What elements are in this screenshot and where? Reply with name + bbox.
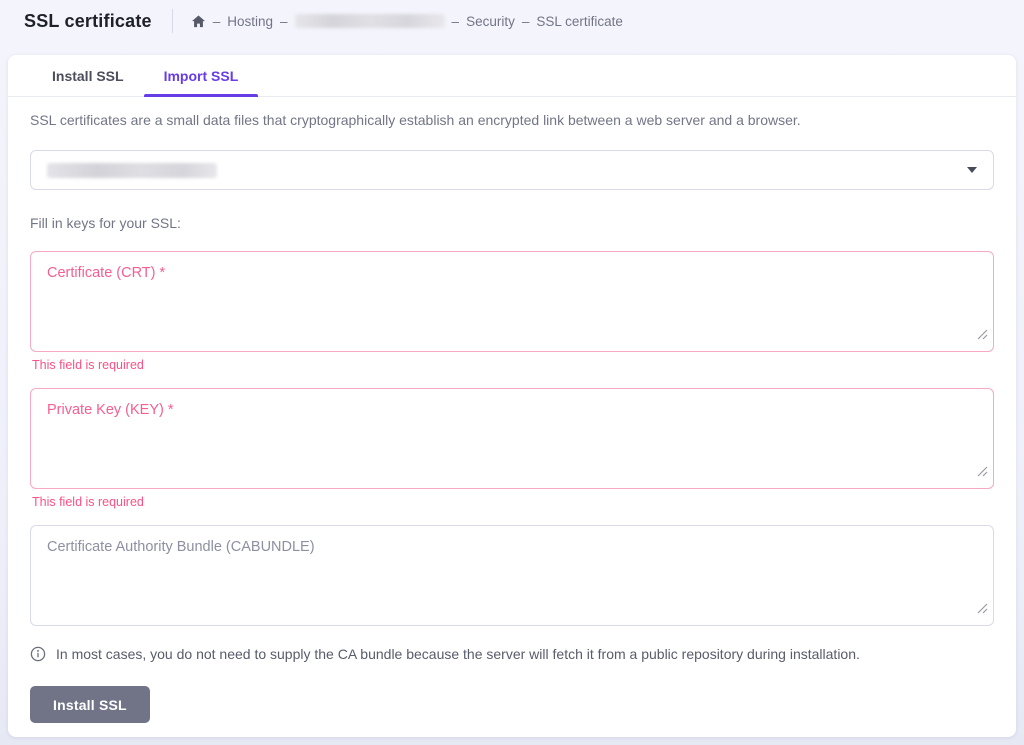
ca-bundle-note-text: In most cases, you do not need to supply…	[56, 644, 860, 664]
private-key-error: This field is required	[32, 495, 994, 509]
breadcrumb-separator: –	[522, 14, 530, 29]
info-icon	[30, 646, 46, 662]
install-ssl-button[interactable]: Install SSL	[30, 686, 150, 723]
page-title: SSL certificate	[24, 11, 152, 32]
page-header: SSL certificate – Hosting – – Security –…	[0, 0, 1024, 42]
ca-bundle-note: In most cases, you do not need to supply…	[30, 644, 994, 664]
breadcrumb-item-security[interactable]: Security	[466, 14, 515, 29]
chevron-down-icon	[967, 167, 977, 173]
domain-select[interactable]	[30, 150, 994, 190]
ssl-description: SSL certificates are a small data files …	[30, 111, 994, 129]
field-private-key: This field is required	[30, 388, 994, 509]
private-key-textarea[interactable]	[30, 388, 994, 489]
field-certificate-crt: This field is required	[30, 251, 994, 372]
breadcrumb-item-current: SSL certificate	[536, 14, 623, 29]
tab-bar: Install SSL Import SSL	[8, 55, 1016, 97]
field-ca-bundle	[30, 525, 994, 626]
ca-bundle-textarea[interactable]	[30, 525, 994, 626]
breadcrumb-separator: –	[213, 14, 221, 29]
home-icon[interactable]	[191, 14, 206, 29]
ssl-card: Install SSL Import SSL SSL certificates …	[8, 55, 1016, 737]
breadcrumb: – Hosting – – Security – SSL certificate	[191, 14, 623, 29]
certificate-crt-textarea[interactable]	[30, 251, 994, 352]
fill-keys-label: Fill in keys for your SSL:	[30, 215, 994, 231]
breadcrumb-item-hosting[interactable]: Hosting	[227, 14, 273, 29]
breadcrumb-separator: –	[452, 14, 460, 29]
breadcrumb-item-domain-redacted[interactable]	[295, 14, 445, 28]
breadcrumb-separator: –	[280, 14, 288, 29]
domain-select-value-redacted	[47, 163, 217, 178]
certificate-crt-error: This field is required	[32, 358, 994, 372]
tab-import-ssl[interactable]: Import SSL	[144, 55, 259, 96]
header-divider	[172, 9, 173, 33]
tab-install-ssl[interactable]: Install SSL	[32, 55, 144, 96]
tab-content: SSL certificates are a small data files …	[8, 97, 1016, 723]
